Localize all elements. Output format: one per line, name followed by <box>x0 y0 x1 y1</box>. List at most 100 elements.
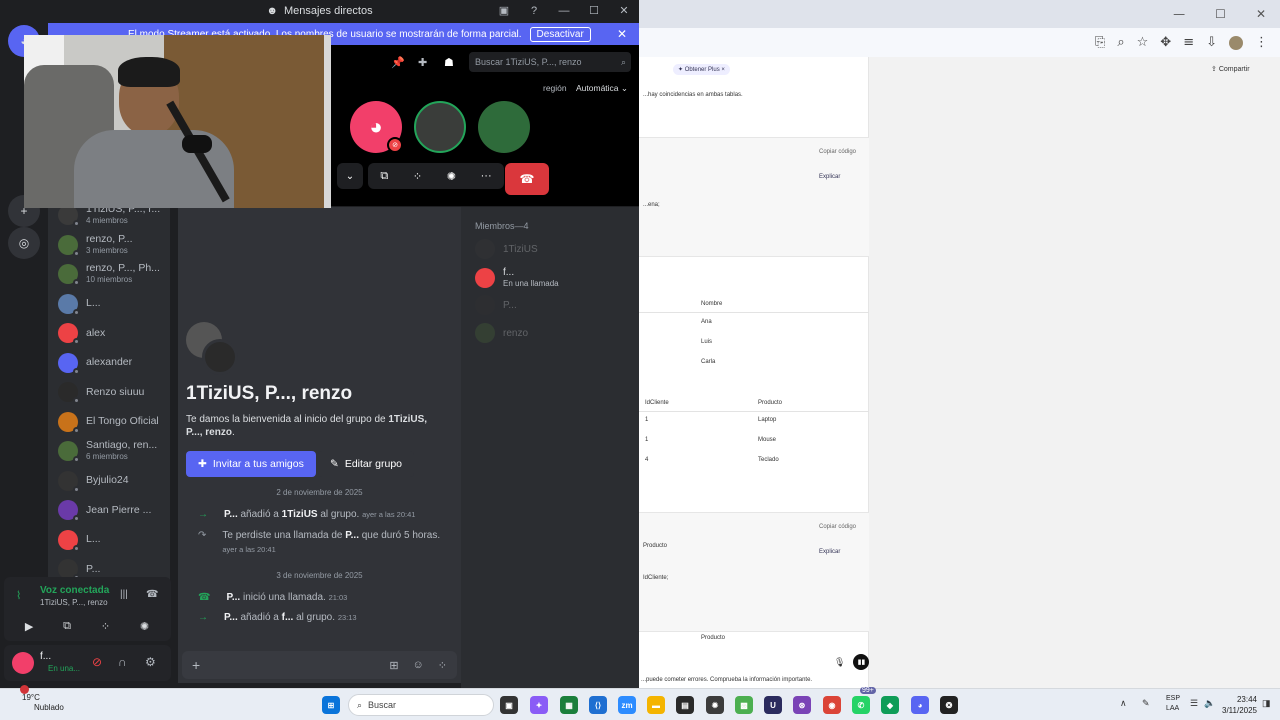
store-icon[interactable]: ▦ <box>560 696 578 714</box>
settings-gear-icon[interactable]: ⚙ <box>145 655 156 669</box>
volume-icon[interactable]: 🔈 <box>1204 698 1215 709</box>
browser-minimize-button[interactable]: — <box>1173 7 1185 21</box>
reading-list-icon[interactable]: ≡ <box>1183 35 1194 50</box>
msg-target[interactable]: 1TiziUS <box>282 509 318 520</box>
download-icon[interactable]: ⇩ <box>1206 35 1217 50</box>
signal-icon[interactable]: ⌇ <box>16 589 21 602</box>
disconnect-call-button[interactable]: ☎ <box>505 163 549 195</box>
noise-suppression-icon[interactable]: ||| <box>120 589 128 600</box>
dm-list-item[interactable]: renzo, P... 3 miembros <box>58 232 168 258</box>
copy-code-button[interactable]: Copiar código <box>819 149 856 155</box>
zoom-app-icon[interactable]: zm <box>618 696 636 714</box>
browser-close-button[interactable]: ✕ <box>1256 7 1266 21</box>
search-input[interactable]: Buscar 1TiziUS, P..., renzo ⌕ <box>469 52 631 72</box>
pin-icon[interactable]: 📌 <box>391 56 405 69</box>
bookmark-star-icon[interactable]: ☆ <box>1137 35 1149 50</box>
voice-status[interactable]: Voz conectada <box>40 585 109 596</box>
members-toggle-icon[interactable]: ☗ <box>444 56 454 69</box>
task-view-icon[interactable]: ▣ <box>500 696 518 714</box>
emoji-icon[interactable]: ☺ <box>413 659 424 672</box>
explain-button-2[interactable]: Explicar <box>819 549 840 555</box>
dm-list-item[interactable]: alexander <box>58 350 168 376</box>
discover-icon[interactable]: ◎ <box>8 227 40 259</box>
camera-icon[interactable]: ▶ <box>25 620 33 633</box>
disable-streamer-button[interactable]: Desactivar <box>529 26 591 42</box>
dm-list-item[interactable]: renzo, P..., Ph... 10 miembros <box>58 261 168 287</box>
taskbar-search[interactable]: ⌕ Buscar <box>348 694 494 716</box>
add-friends-icon[interactable]: ✚ <box>418 56 427 69</box>
screen-share-icon[interactable]: ⧉ <box>63 620 71 633</box>
get-plus-button[interactable]: ✦ Obtener Plus × <box>673 64 730 75</box>
help-icon[interactable]: ? <box>519 5 549 17</box>
dm-list-item[interactable]: Jean Pierre ... <box>58 497 168 523</box>
windows-start-icon[interactable]: ⊞ <box>322 696 340 714</box>
app-icon[interactable]: ⊛ <box>793 696 811 714</box>
chrome-icon[interactable]: ◉ <box>823 696 841 714</box>
language-indicator[interactable]: ESP LAA <box>1166 694 1180 714</box>
member-item[interactable]: renzo <box>475 323 625 343</box>
participant-avatar[interactable] <box>478 101 530 153</box>
soundboard-icon[interactable]: ✺ <box>140 620 149 633</box>
clock[interactable]: 23:44 3/11/2025 <box>1222 694 1257 716</box>
edit-group-button[interactable]: ✎ Editar grupo <box>318 451 415 477</box>
dm-list-item[interactable]: Byjulio24 <box>58 468 168 494</box>
tray-pen-icon[interactable]: ✎ <box>1142 698 1150 709</box>
maximize-button[interactable]: ☐ <box>579 4 609 17</box>
share-button[interactable]: ⇪ Compartir <box>1211 65 1250 73</box>
camera-options-button[interactable]: ⌄ <box>337 163 363 189</box>
disconnect-icon[interactable]: ☎ <box>146 589 158 600</box>
discord-taskbar-icon[interactable]: ◕ <box>911 696 929 714</box>
tray-chevron-icon[interactable]: ∧ <box>1120 698 1127 709</box>
mic-icon[interactable]: 🎙 <box>834 657 845 668</box>
minecraft-icon[interactable]: ▩ <box>735 696 753 714</box>
vscode-icon[interactable]: ⟨⟩ <box>589 696 607 714</box>
participant-avatar[interactable] <box>414 101 466 153</box>
inbox-icon[interactable]: ▣ <box>489 4 519 17</box>
apps-icon[interactable]: ⁘ <box>438 659 447 672</box>
share-screen-icon[interactable]: ⧉ <box>380 170 388 183</box>
member-item[interactable]: P... <box>475 295 625 315</box>
msg-user[interactable]: P... <box>226 592 240 603</box>
dm-list-item[interactable]: El Tongo Oficial <box>58 409 168 435</box>
user-avatar[interactable] <box>12 652 34 674</box>
region-select[interactable]: Automática ⌄ <box>576 83 628 94</box>
invite-friends-button[interactable]: ✚ Invitar a tus amigos <box>186 451 316 477</box>
msg-target[interactable]: f... <box>282 612 294 623</box>
notifications-icon[interactable]: ◨ <box>1262 698 1271 709</box>
udemy-icon[interactable]: U <box>764 696 782 714</box>
dm-list-item[interactable]: L... <box>58 527 168 553</box>
zoom-icon[interactable]: ⌕ <box>1117 35 1124 50</box>
explain-button[interactable]: Explicar <box>819 174 840 180</box>
browser-maximize-button[interactable]: ☐ <box>1215 7 1226 21</box>
headphones-icon[interactable]: ∩ <box>118 655 127 669</box>
dm-list-item[interactable]: alex <box>58 320 168 346</box>
close-button[interactable]: ✕ <box>609 4 639 17</box>
soundboard-icon[interactable]: ✺ <box>447 170 456 183</box>
member-item[interactable]: f... En una llamada <box>475 267 625 289</box>
mute-mic-icon[interactable]: ⊘ <box>92 655 102 669</box>
extensions-icon[interactable]: ✥ <box>1160 35 1171 50</box>
minimize-button[interactable]: — <box>549 5 579 17</box>
activities-icon[interactable]: ⁘ <box>413 170 422 183</box>
attach-plus-icon[interactable]: + <box>192 657 200 673</box>
copilot-icon[interactable]: ✦ <box>530 696 548 714</box>
weather-widget[interactable]: 19°C Nublado <box>22 693 64 713</box>
translate-icon[interactable]: ⎘ <box>1095 35 1105 50</box>
menu-dots-icon[interactable]: ⋮ <box>1255 35 1268 50</box>
app-icon-2[interactable]: ◆ <box>881 696 899 714</box>
activity-icon[interactable]: ⁘ <box>101 620 110 633</box>
msg-user[interactable]: P... <box>224 612 238 623</box>
msg-user[interactable]: P... <box>224 509 238 520</box>
terminal-icon[interactable]: ▤ <box>676 696 694 714</box>
copy-code-button-2[interactable]: Copiar código <box>819 524 856 530</box>
dm-list-item[interactable]: Renzo siuuu <box>58 379 168 405</box>
dm-list-item[interactable]: 1TiziUS, P..., r... 4 miembros <box>58 207 168 228</box>
profile-avatar[interactable] <box>1229 35 1243 50</box>
dm-list-item[interactable]: L... <box>58 291 168 317</box>
voice-mode-button[interactable]: ▮▮ <box>853 654 870 670</box>
gift-icon[interactable]: ⊞ <box>389 659 398 672</box>
message-input[interactable]: + ⊞ ☺ ⁘ <box>182 651 457 679</box>
member-item[interactable]: 1TiziUS <box>475 239 625 259</box>
close-banner-icon[interactable]: ✕ <box>617 27 627 41</box>
settings-app-icon[interactable]: ✹ <box>706 696 724 714</box>
